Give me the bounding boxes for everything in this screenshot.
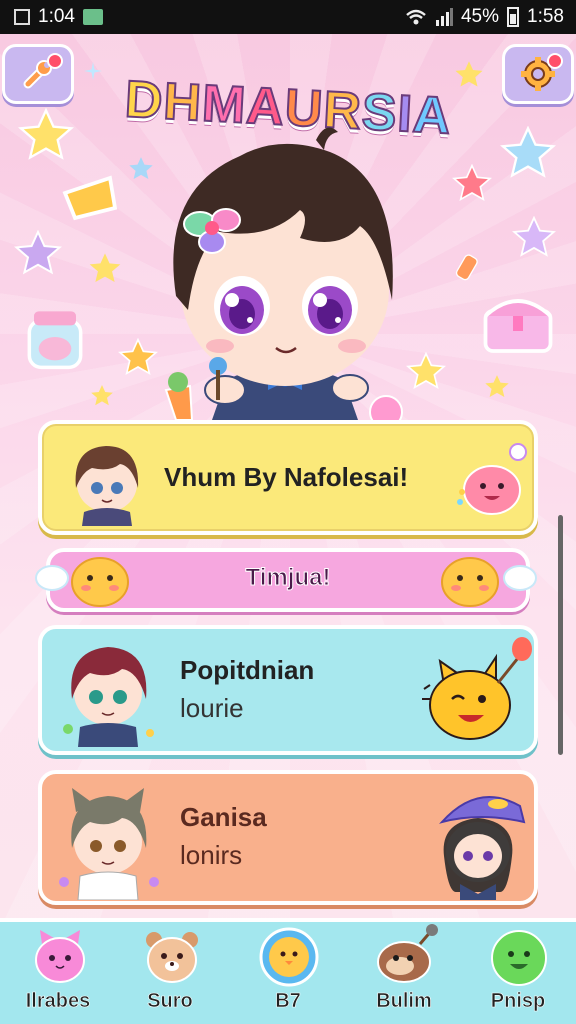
settings-button[interactable] bbox=[502, 44, 574, 104]
nav-item-2[interactable]: Suro bbox=[120, 922, 220, 1024]
sparkle-icon bbox=[84, 62, 102, 80]
purple-star-icon bbox=[512, 216, 556, 257]
yellow-star-icon bbox=[91, 385, 113, 406]
blue-star-icon bbox=[500, 126, 556, 178]
cheese-icon bbox=[62, 175, 118, 221]
status-bar: 1:04 45% 1:58 bbox=[0, 0, 576, 34]
card-popitdnian[interactable]: Popitdnian lourie bbox=[38, 625, 538, 755]
bear-icon bbox=[146, 932, 198, 983]
bottom-nav: Ilrabes Suro B7 Bulim Pnisp bbox=[0, 918, 576, 1024]
mascot-character bbox=[164, 127, 403, 420]
purple-star-icon bbox=[14, 230, 62, 275]
jar-icon bbox=[27, 311, 83, 370]
nav-label: Pnisp bbox=[490, 990, 546, 1013]
notification-badge bbox=[547, 53, 563, 69]
nav-item-4[interactable]: Bulim bbox=[354, 922, 454, 1024]
notification-badge bbox=[47, 53, 63, 69]
chibi-avatar-hat bbox=[439, 796, 526, 900]
nav-label: B7 bbox=[275, 990, 301, 1013]
green-blob-icon bbox=[491, 930, 547, 986]
treasure-chest-icon bbox=[483, 299, 553, 353]
red-star-icon bbox=[452, 164, 492, 201]
yellow-cat-icon bbox=[422, 637, 532, 740]
yellow-hamster-icon bbox=[441, 557, 537, 607]
battery-percent: 45% bbox=[460, 6, 500, 27]
signal-icon bbox=[435, 8, 453, 26]
card-ganisa[interactable]: Ganisa lonirs bbox=[38, 770, 538, 905]
nav-label: Bulim bbox=[376, 990, 432, 1013]
yellow-star-icon bbox=[89, 253, 121, 283]
card-title: Popitdnian bbox=[180, 655, 315, 685]
nav-label: Suro bbox=[147, 990, 193, 1013]
status-time-right: 1:58 bbox=[527, 6, 564, 27]
tools-button[interactable] bbox=[2, 44, 74, 104]
nav-item-3[interactable]: B7 bbox=[238, 922, 338, 1024]
wifi-icon bbox=[406, 9, 426, 25]
chibi-avatar-grey bbox=[59, 788, 159, 900]
nav-item-5[interactable]: Pnisp bbox=[468, 922, 568, 1024]
card-title: Vhum By Nafolesai! bbox=[164, 462, 409, 492]
image-notification-icon bbox=[82, 9, 103, 25]
card-subtitle: lonirs bbox=[180, 840, 243, 870]
pink-cat-icon bbox=[35, 930, 85, 983]
yellow-star-icon bbox=[455, 61, 483, 87]
card-timjua[interactable]: Timjua! bbox=[35, 548, 537, 612]
pink-blob-icon bbox=[457, 443, 527, 515]
candy-icon bbox=[455, 254, 478, 281]
scrollbar[interactable] bbox=[558, 515, 563, 755]
notification-icon bbox=[14, 9, 30, 25]
battery-icon bbox=[507, 7, 520, 27]
yellow-star-icon bbox=[485, 375, 509, 397]
chibi-avatar-brown bbox=[75, 446, 139, 526]
nav-label: Ilrabes bbox=[25, 990, 91, 1013]
card-subtitle: lourie bbox=[180, 693, 244, 723]
yellow-star-icon bbox=[18, 108, 74, 160]
card-title: Ganisa bbox=[180, 802, 267, 832]
nav-item-1[interactable]: Ilrabes bbox=[8, 922, 108, 1024]
card-vhum[interactable]: Vhum By Nafolesai! bbox=[38, 420, 538, 535]
status-time-left: 1:04 bbox=[38, 6, 75, 27]
chibi-avatar-red bbox=[63, 647, 154, 747]
chick-icon bbox=[259, 927, 319, 987]
otter-icon bbox=[377, 924, 438, 983]
